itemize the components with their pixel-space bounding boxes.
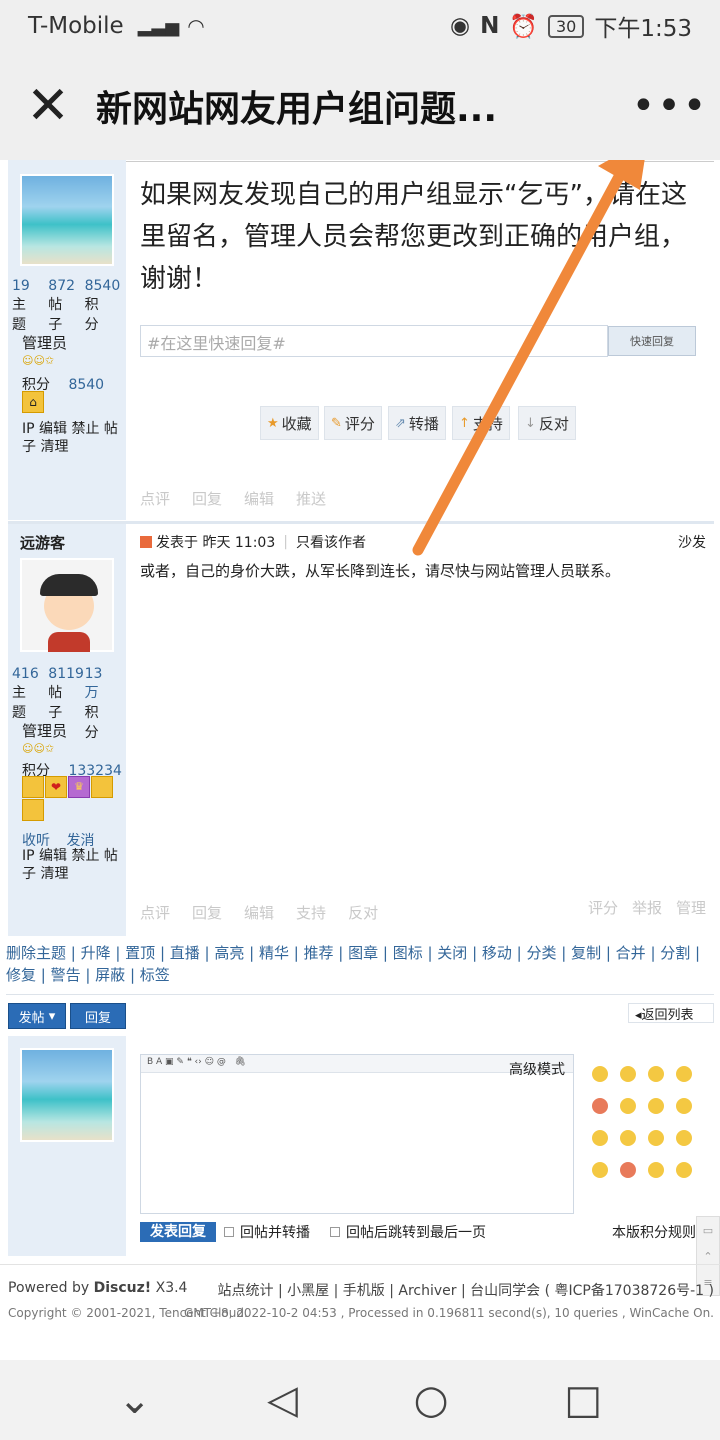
signal-icon: ▂▃▅: [137, 15, 180, 37]
home-circle-icon[interactable]: ○: [414, 1377, 449, 1423]
footer-links[interactable]: 站点统计 | 小黑屋 | 手机版 | Archiver | 台山同学会 ( 粤I…: [218, 1280, 714, 1300]
manage-action[interactable]: 管理: [676, 897, 706, 918]
happy-icon[interactable]: [676, 1130, 692, 1146]
powered-by: Powered by Discuz! X3.4: [8, 1280, 187, 1296]
points-label: 积分: [22, 763, 50, 776]
kiss-icon[interactable]: [592, 1162, 608, 1178]
option-repost[interactable]: 回帖并转播: [224, 1222, 310, 1242]
annotation-arrow: [412, 160, 645, 556]
reply-editor: B A ▣ ✎ ❝ ‹› ☺ @ 🖇 高级模式 发表回复 回帖并转播 回帖后跳转…: [126, 1036, 714, 1256]
medal-face-icon: [22, 799, 44, 821]
user-group: 管理员: [22, 722, 68, 740]
cool-icon[interactable]: [676, 1098, 692, 1114]
carrier-label: T-Mobile: [28, 13, 124, 39]
title-bar: ✕ 新网站网友用户组问题... •••: [0, 52, 720, 160]
option-jump-last[interactable]: 回帖后跳转到最后一页: [330, 1222, 486, 1242]
new-thread-button[interactable]: 发帖 ▾: [8, 1003, 66, 1029]
server-info: GMT+8, 2022-10-2 04:53 , Processed in 0.…: [183, 1306, 714, 1320]
shy-icon[interactable]: [620, 1098, 636, 1114]
reply-button[interactable]: 回复: [70, 1003, 126, 1029]
clock: 下午1:53: [594, 16, 692, 42]
rank-stars-icon: ☺☺✩: [22, 742, 55, 755]
oppose-action[interactable]: 反对: [348, 902, 378, 923]
comment-action[interactable]: 点评: [140, 902, 170, 923]
medal-row: ❤ ♛: [22, 776, 113, 798]
cry-icon[interactable]: [676, 1066, 692, 1082]
advanced-mode-link[interactable]: 高级模式: [509, 1059, 565, 1079]
footer-divider: [0, 1264, 720, 1265]
message-link[interactable]: 发消: [66, 833, 94, 846]
wink-icon[interactable]: [620, 1130, 636, 1146]
chuckle-icon[interactable]: [676, 1162, 692, 1178]
wifi-icon: ◠: [187, 14, 205, 38]
thread-content: 19 主题 872 帖子 8540 积分 管理员 ☺☺✩ 积分 8540 ⌂ IP 编…: [0, 160, 720, 1360]
report-action[interactable]: 举报: [632, 897, 662, 918]
laugh-icon[interactable]: [648, 1066, 664, 1082]
post2-actions-right: 评分 举报 管理: [588, 897, 706, 918]
comment-bubble-icon[interactable]: ▭: [703, 1224, 713, 1237]
option-repost-label: 回帖并转播: [240, 1225, 310, 1241]
follow-row: 收听 发消: [22, 830, 94, 846]
battery-icon: 30: [547, 14, 585, 38]
shock-icon[interactable]: [620, 1162, 636, 1178]
more-dots-icon[interactable]: •••: [620, 52, 720, 160]
submit-reply-button[interactable]: 发表回复: [140, 1222, 216, 1242]
nfc-icon: N: [480, 13, 500, 39]
sweat-icon[interactable]: [648, 1130, 664, 1146]
option-jump-label: 回帖后跳转到最后一页: [346, 1225, 486, 1241]
alarm-icon: ⏰: [509, 13, 538, 40]
close-icon[interactable]: ✕: [0, 52, 96, 160]
post2-actions: 点评 回复 编辑 支持 反对: [140, 902, 378, 923]
medal-heart-icon: ❤: [45, 776, 67, 798]
rate-action[interactable]: 评分: [588, 897, 618, 918]
emoji-panel[interactable]: [586, 1060, 710, 1188]
eye-icon: ◉: [450, 13, 471, 39]
medal-home-icon: [22, 776, 44, 798]
smile-icon[interactable]: [592, 1066, 608, 1082]
back-label: 返回列表: [641, 1008, 694, 1023]
points-row: 积分 133234: [22, 760, 122, 776]
angry-icon[interactable]: [592, 1098, 608, 1114]
new-thread-label: 发帖: [18, 1010, 45, 1026]
reply-editor-sidebar: [8, 1036, 126, 1256]
discuz-link[interactable]: Discuz!: [94, 1280, 152, 1296]
medal-crown-icon: ♛: [68, 776, 90, 798]
edit-action[interactable]: 编辑: [244, 902, 274, 923]
medal-gift-icon: [91, 776, 113, 798]
reply-action[interactable]: 回复: [192, 902, 222, 923]
listen-link[interactable]: 收听: [22, 833, 50, 846]
back-triangle-icon[interactable]: ◁: [267, 1377, 298, 1423]
avatar[interactable]: [20, 1048, 114, 1142]
grin-icon[interactable]: [648, 1098, 664, 1114]
sad-icon[interactable]: [620, 1066, 636, 1082]
editor-box[interactable]: B A ▣ ✎ ❝ ‹› ☺ @ 🖇 高级模式: [140, 1054, 574, 1214]
page-title: 新网站网友用户组问题...: [96, 89, 498, 130]
points-value: 133234: [68, 763, 122, 776]
mod-links[interactable]: IP 编辑 禁止 帖子 清理: [22, 847, 122, 883]
back-to-list-button[interactable]: ◂返回列表: [628, 1003, 714, 1023]
divider: [6, 994, 714, 995]
checkbox[interactable]: [224, 1227, 234, 1237]
system-nav-bar: ⌄ ◁ ○ □: [0, 1360, 720, 1440]
credit-rules-link[interactable]: 本版积分规则: [612, 1222, 696, 1242]
sleepy-icon[interactable]: [648, 1162, 664, 1178]
status-bar: T-Mobile ▂▃▅ ◠ ◉ N ⏰ 30 下午1:53: [0, 0, 720, 52]
powered-version: X3.4: [151, 1280, 188, 1296]
chevron-down-icon[interactable]: ⌄: [118, 1377, 152, 1423]
checkbox[interactable]: [330, 1227, 340, 1237]
scroll-top-icon[interactable]: ⌃: [703, 1250, 712, 1263]
powered-prefix: Powered by: [8, 1280, 94, 1296]
recent-square-icon[interactable]: □: [564, 1377, 602, 1423]
moderation-bar[interactable]: 删除主题 | 升降 | 置顶 | 直播 | 高亮 | 精华 | 推荐 | 图章 …: [0, 942, 720, 986]
support-action[interactable]: 支持: [296, 902, 326, 923]
tongue-icon[interactable]: [592, 1130, 608, 1146]
